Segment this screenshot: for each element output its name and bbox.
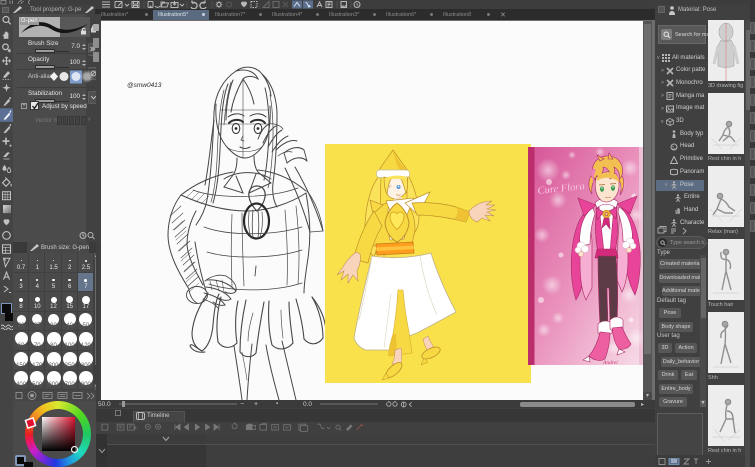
svg-text:Andrei: Andrei: [602, 360, 618, 366]
svg-text:@smw0413: @smw0413: [127, 82, 162, 89]
